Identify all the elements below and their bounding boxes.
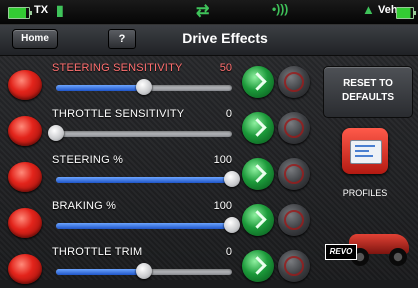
signal-icon: •))): [272, 2, 289, 16]
setting-value: 100: [213, 154, 232, 166]
reset-setting-button[interactable]: [278, 204, 310, 236]
chevron-right-icon: [248, 210, 267, 229]
reset-line-1: RESET TO: [343, 78, 393, 89]
setting-label: THROTTLE TRIM: [52, 246, 143, 258]
setting-slider[interactable]: [48, 125, 232, 141]
chevron-right-icon: [248, 256, 267, 275]
reset-to-defaults-button[interactable]: RESET TO DEFAULTS: [323, 66, 413, 118]
setting-slider[interactable]: [56, 217, 240, 233]
setting-label: THROTTLE SENSITIVITY: [52, 108, 185, 120]
slider-fill: [56, 85, 144, 91]
reset-setting-button[interactable]: [278, 250, 310, 282]
revo-badge: REVO: [325, 244, 357, 260]
spreadsheet-icon: [350, 140, 382, 164]
decrease-button[interactable]: [8, 208, 42, 238]
transfer-arrows-icon: ⇄: [196, 3, 210, 20]
chevron-right-icon: [248, 72, 267, 91]
setting-value: 50: [219, 62, 232, 74]
slider-fill: [56, 269, 144, 275]
setting-row: THROTTLE SENSITIVITY 0: [0, 104, 320, 150]
reset-icon: [284, 164, 304, 184]
increase-button[interactable]: [242, 112, 274, 144]
reset-setting-button[interactable]: [278, 158, 310, 190]
slider-knob[interactable]: [136, 79, 152, 95]
slider-fill: [56, 177, 232, 183]
slider-fill: [56, 223, 232, 229]
veh-label: Veh: [378, 4, 398, 16]
decrease-button[interactable]: [8, 70, 42, 100]
header-bar: Home ? Drive Effects: [0, 25, 418, 56]
setting-row: THROTTLE TRIM 0: [0, 242, 320, 288]
setting-row: STEERING SENSITIVITY 50: [0, 58, 320, 104]
reset-setting-button[interactable]: [278, 112, 310, 144]
increase-button[interactable]: [242, 158, 274, 190]
setting-row: BRAKING % 100: [0, 196, 320, 242]
slider-knob[interactable]: [224, 217, 240, 233]
setting-value: 0: [225, 108, 232, 120]
reset-icon: [284, 256, 304, 276]
wheel: [389, 248, 407, 266]
reset-setting-button[interactable]: [278, 66, 310, 98]
chevron-right-icon: [248, 164, 267, 183]
slider-knob[interactable]: [224, 171, 240, 187]
setting-row: STEERING % 100: [0, 150, 320, 196]
increase-button[interactable]: [242, 250, 274, 282]
tx-label: TX: [34, 4, 49, 16]
reset-line-2: DEFAULTS: [341, 92, 395, 103]
setting-slider[interactable]: [56, 263, 232, 279]
setting-label: STEERING %: [52, 154, 124, 166]
home-button[interactable]: Home: [12, 29, 58, 49]
page-title: Drive Effects: [182, 30, 268, 46]
help-button[interactable]: ?: [108, 29, 136, 49]
reset-icon: [284, 210, 304, 230]
reset-icon: [284, 118, 304, 138]
decrease-button[interactable]: [8, 162, 42, 192]
slider-knob[interactable]: [136, 263, 152, 279]
vehicle-icon: ▲: [362, 2, 375, 17]
tx-phone-icon: ▮: [56, 2, 64, 18]
setting-slider[interactable]: [56, 79, 232, 95]
increase-button[interactable]: [242, 204, 274, 236]
decrease-button[interactable]: [8, 116, 42, 146]
chevron-right-icon: [248, 118, 267, 137]
slider-knob[interactable]: [48, 125, 64, 141]
increase-button[interactable]: [242, 66, 274, 98]
setting-label: STEERING SENSITIVITY: [52, 62, 183, 74]
reset-icon: [284, 72, 304, 92]
status-bar: TX ▮ ⇄ •))) ▲ Veh: [0, 0, 418, 25]
setting-label: BRAKING %: [52, 200, 117, 212]
revo-logo: REVO: [325, 226, 415, 270]
profiles-icon[interactable]: [342, 128, 388, 174]
profiles-label: PROFILES: [342, 188, 388, 198]
setting-value: 100: [213, 200, 232, 212]
veh-battery-icon: [396, 7, 416, 19]
tx-battery-icon: [8, 7, 32, 19]
setting-slider[interactable]: [56, 171, 240, 187]
drive-effects-screen: TX ▮ ⇄ •))) ▲ Veh Home ? Drive Effects S…: [0, 0, 418, 284]
setting-value: 0: [225, 246, 232, 258]
